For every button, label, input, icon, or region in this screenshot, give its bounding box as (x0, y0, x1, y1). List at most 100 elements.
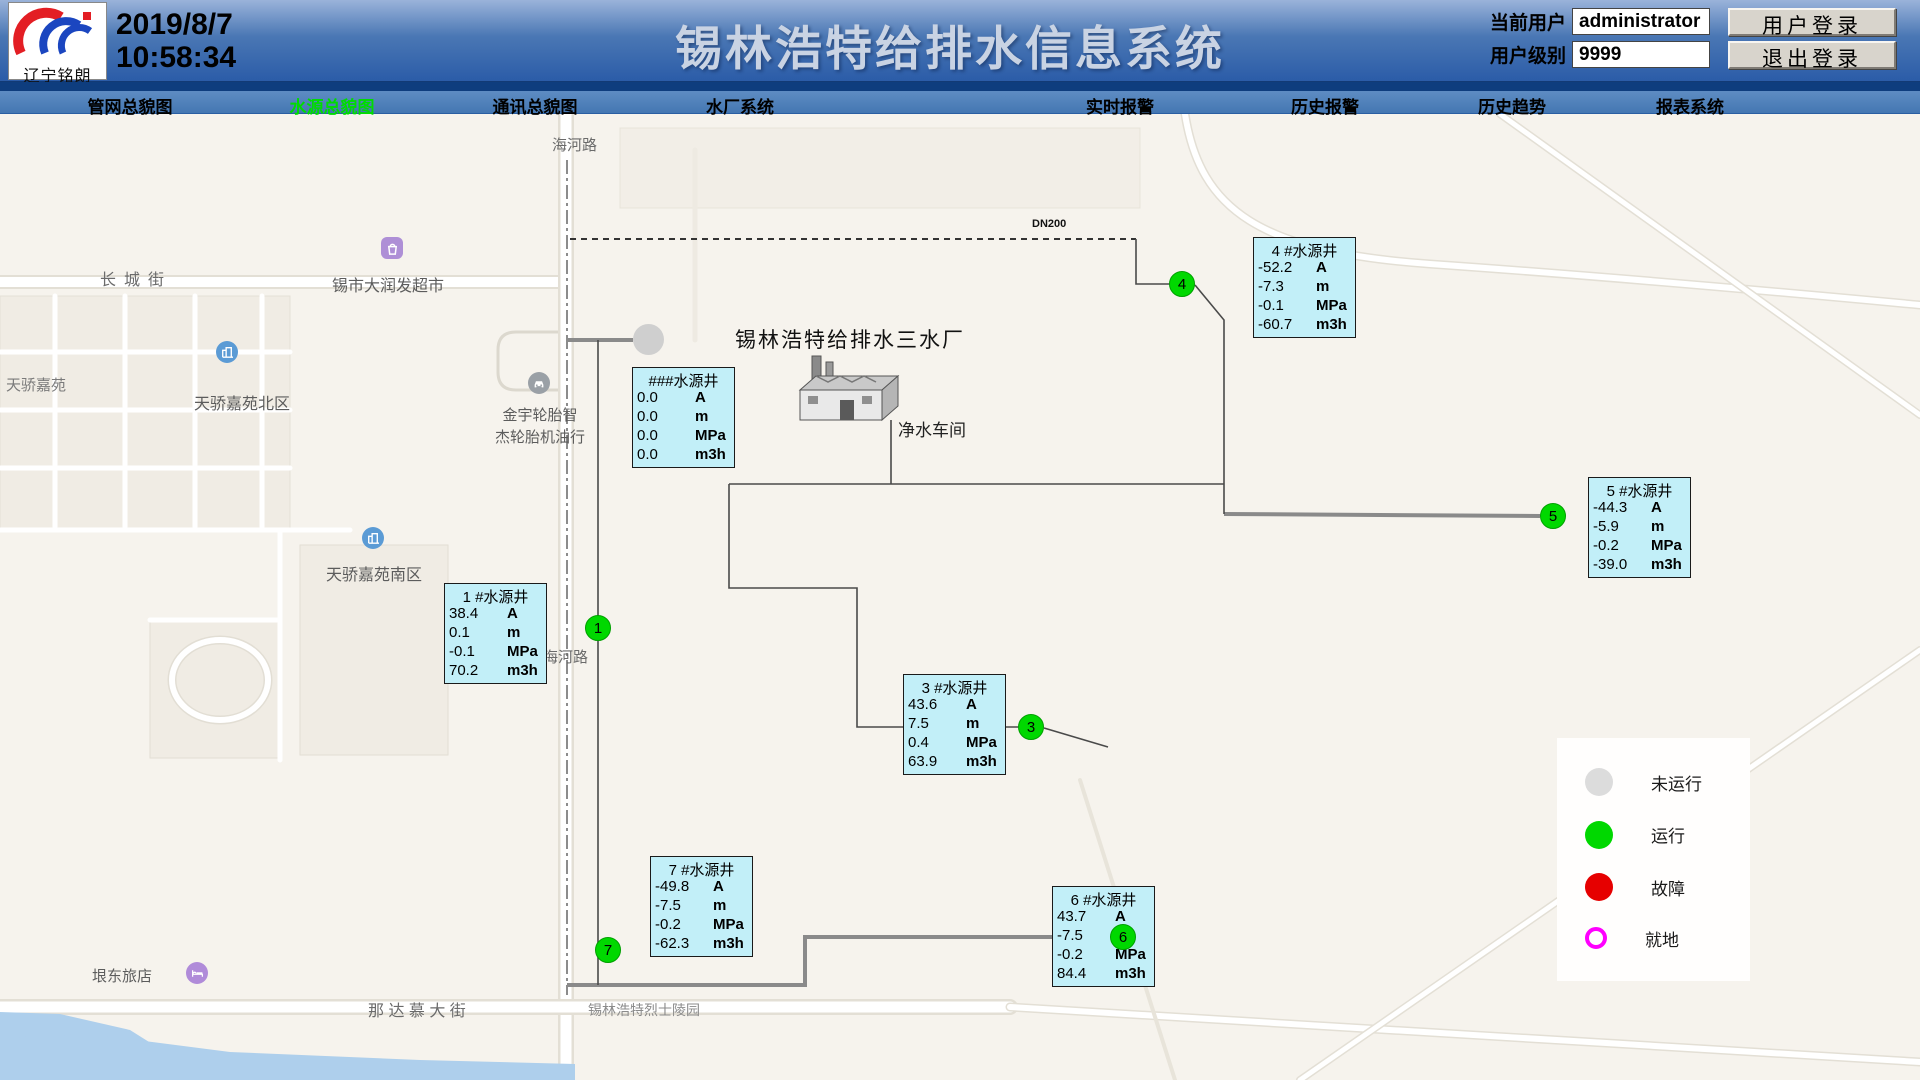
well-box-unknown: ###水源井 0.0A 0.0m 0.0MPa 0.0m3h (632, 367, 735, 468)
current-date: 2019/8/7 (116, 8, 236, 41)
well-pressure: -0.2 (655, 915, 713, 934)
well-flow: 70.2 (449, 661, 507, 680)
well-marker-5[interactable]: 5 (1540, 503, 1566, 529)
well-pressure: -0.1 (1258, 296, 1316, 315)
well-flow: -60.7 (1258, 315, 1316, 334)
well-box-3: 3 #水源井 43.6A 7.5m 0.4MPa 63.9m3h (903, 674, 1006, 775)
well-level: -5.9 (1593, 517, 1651, 536)
well-marker-4[interactable]: 4 (1169, 271, 1195, 297)
well-title: 5 #水源井 (1589, 478, 1690, 498)
well-title: 6 #水源井 (1053, 887, 1154, 907)
poi-label-tireshop-1: 金宇轮胎智 (502, 404, 577, 425)
well-flow: 0.0 (637, 445, 695, 464)
well-current: 0.0 (637, 388, 695, 407)
nav-report-system[interactable]: 报表系统 (1656, 93, 1724, 118)
stopped-status-icon (1585, 768, 1613, 796)
nav-plant-system[interactable]: 水厂系统 (706, 93, 774, 118)
bed-icon (186, 962, 208, 984)
header: 辽宁铭朗 2019/8/7 10:58:34 锡林浩特给排水信息系统 当前用户 … (0, 0, 1920, 82)
login-button[interactable]: 用户登录 (1728, 8, 1896, 36)
well-box-5: 5 #水源井 -44.3A -5.9m -0.2MPa -39.0m3h (1588, 477, 1691, 578)
running-status-icon (1585, 821, 1613, 849)
nav-pipe-network-overview[interactable]: 管网总貌图 (88, 93, 173, 118)
well-current: 43.6 (908, 695, 966, 714)
well-pressure: -0.2 (1057, 945, 1115, 964)
well-title: ###水源井 (633, 368, 734, 388)
plant-name-label: 锡林浩特给排水三水厂 (735, 324, 965, 354)
building-icon-south (362, 527, 384, 549)
well-level: -7.5 (655, 896, 713, 915)
current-time: 10:58:34 (116, 41, 236, 74)
user-panel: 当前用户 用户登录 用户级别 退出登录 (1484, 7, 1896, 73)
legend-item-running: 运行 (1557, 821, 1750, 849)
street-label-changcheng: 长城街 (100, 266, 172, 290)
scada-screen: 辽宁铭朗 2019/8/7 10:58:34 锡林浩特给排水信息系统 当前用户 … (0, 0, 1920, 1080)
well-pressure: 0.0 (637, 426, 695, 445)
well-flow: 63.9 (908, 752, 966, 771)
local-status-icon (1585, 927, 1607, 949)
nav-communication-overview[interactable]: 通讯总貌图 (493, 93, 578, 118)
datetime: 2019/8/7 10:58:34 (116, 8, 236, 74)
well-flow: -62.3 (655, 934, 713, 953)
main-nav: 管网总貌图 水源总貌图 通讯总貌图 水厂系统 实时报警 历史报警 历史趋势 报表… (0, 91, 1920, 114)
well-current: 43.7 (1057, 907, 1115, 926)
pipe-diameter-label: DN200 (1032, 218, 1066, 230)
well-marker-stopped[interactable] (633, 324, 664, 355)
street-label-nadamu: 那 达 慕 大 街 (368, 997, 466, 1021)
well-marker-7[interactable]: 7 (595, 937, 621, 963)
legend-item-fault: 故障 (1557, 873, 1750, 901)
poi-label-supermarket: 锡市大润发超市 (332, 272, 444, 296)
well-marker-6[interactable]: 6 (1110, 924, 1136, 950)
nav-water-source-overview[interactable]: 水源总貌图 (290, 93, 375, 118)
well-level: 0.0 (637, 407, 695, 426)
poi-label-martyrs-cemetery: 锡林浩特烈士陵园 (588, 1000, 700, 1020)
area-label-tianjiao: 天骄嘉苑 (6, 374, 66, 395)
well-pressure: 0.4 (908, 733, 966, 752)
well-current: -49.8 (655, 877, 713, 896)
company-logo: 辽宁铭朗 (8, 2, 107, 80)
well-box-7: 7 #水源井 -49.8A -7.5m -0.2MPa -62.3m3h (650, 856, 753, 957)
logout-button[interactable]: 退出登录 (1728, 41, 1896, 69)
car-icon (528, 372, 550, 394)
nav-realtime-alarms[interactable]: 实时报警 (1086, 93, 1154, 118)
well-marker-3[interactable]: 3 (1018, 714, 1044, 740)
well-pressure: -0.2 (1593, 536, 1651, 555)
well-title: 4 #水源井 (1254, 238, 1355, 258)
well-marker-1[interactable]: 1 (585, 615, 611, 641)
well-box-4: 4 #水源井 -52.2A -7.3m -0.1MPa -60.7m3h (1253, 237, 1356, 338)
well-current: -44.3 (1593, 498, 1651, 517)
well-box-1: 1 #水源井 38.4A 0.1m -0.1MPa 70.2m3h (444, 583, 547, 684)
poi-label-tireshop-2: 杰轮胎机油行 (495, 426, 585, 447)
fault-status-icon (1585, 873, 1613, 901)
current-user-label: 当前用户 (1484, 8, 1566, 35)
well-level: -7.5 (1057, 926, 1115, 945)
poi-label-hotel: 垠东旅店 (92, 965, 152, 986)
well-level: 0.1 (449, 623, 507, 642)
nav-divider (0, 82, 1920, 91)
workshop-label: 净水车间 (898, 416, 966, 441)
nav-history-trends[interactable]: 历史趋势 (1478, 93, 1546, 118)
page-title: 锡林浩特给排水信息系统 (675, 10, 1225, 79)
legend-item-stopped: 未运行 (1557, 768, 1750, 796)
current-user-field[interactable] (1572, 8, 1710, 35)
well-level: -7.3 (1258, 277, 1316, 296)
well-current: -52.2 (1258, 258, 1316, 277)
user-level-label: 用户级别 (1484, 41, 1566, 68)
well-flow: 84.4 (1057, 964, 1115, 983)
user-level-field[interactable] (1572, 41, 1710, 68)
well-title: 3 #水源井 (904, 675, 1005, 695)
well-current: 38.4 (449, 604, 507, 623)
nav-history-alarms[interactable]: 历史报警 (1291, 93, 1359, 118)
logo-graphic (13, 3, 103, 59)
well-title: 7 #水源井 (651, 857, 752, 877)
poi-label-tianjiao-south: 天骄嘉苑南区 (326, 561, 422, 585)
well-pressure: -0.1 (449, 642, 507, 661)
well-level: 7.5 (908, 714, 966, 733)
shopping-icon (381, 237, 403, 259)
street-label-haihe-top: 海河路 (552, 133, 570, 159)
well-box-6: 6 #水源井 43.7A -7.5m -0.2MPa 84.4m3h (1052, 886, 1155, 987)
status-legend: 未运行 运行 故障 就地 (1557, 738, 1750, 981)
building-icon-north (216, 341, 238, 363)
well-title: 1 #水源井 (445, 584, 546, 604)
well-flow: -39.0 (1593, 555, 1651, 574)
